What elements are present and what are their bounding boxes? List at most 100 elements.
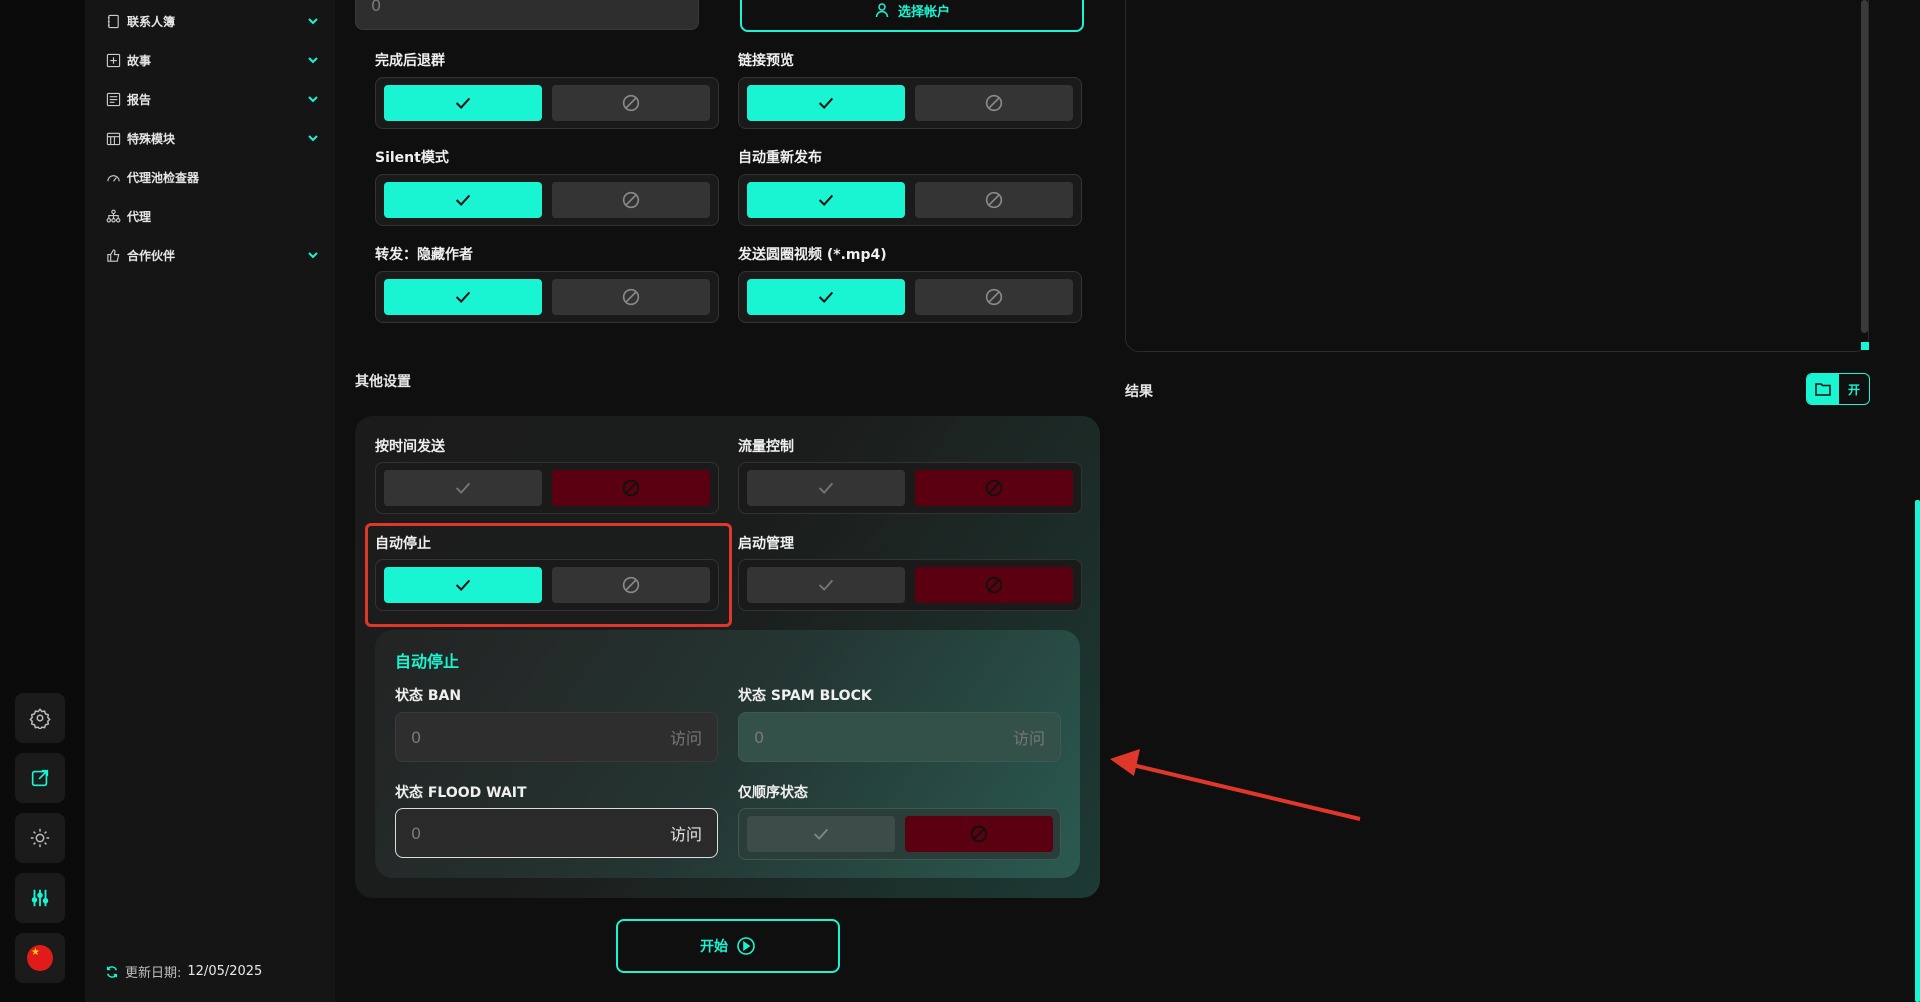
check-icon (455, 579, 471, 592)
toggle-on-button[interactable] (384, 182, 542, 218)
toggle-off-button[interactable] (905, 816, 1053, 852)
toggle-send-circle-video (738, 271, 1082, 323)
external-link-button[interactable] (15, 753, 65, 803)
toggle-off-button[interactable] (552, 279, 710, 315)
ban-icon (985, 191, 1003, 209)
ban-icon (622, 94, 640, 112)
flood-wait-input[interactable]: 0 访问 (395, 808, 718, 858)
toggle-on-button[interactable] (747, 567, 905, 603)
toggle-label-traffic-control: 流量控制 (738, 439, 794, 455)
ban-input[interactable]: 0 访问 (395, 712, 718, 762)
toggle-label-auto-repost: 自动重新发布 (738, 150, 822, 166)
nav-item-special-modules[interactable]: 特殊模块 (105, 126, 320, 150)
toggle-on-button[interactable] (384, 567, 542, 603)
ban-input-unit: 访问 (669, 729, 702, 748)
toggle-on-button[interactable] (747, 182, 905, 218)
resize-handle[interactable] (1861, 342, 1869, 350)
nav-item-label: 特殊模块 (127, 131, 176, 146)
check-icon (818, 579, 834, 591)
check-icon (818, 291, 834, 304)
textarea-scrollbar[interactable] (1861, 0, 1868, 333)
toggle-on-button[interactable] (384, 279, 542, 315)
message-textarea[interactable] (1125, 0, 1869, 352)
sliders-icon (31, 889, 49, 907)
theme-toggle-button[interactable] (15, 813, 65, 863)
nav-item-label: 联系人簿 (127, 14, 176, 29)
start-button[interactable]: 开始 (616, 919, 840, 973)
ban-input-value: 0 (411, 727, 422, 747)
open-folder-button[interactable] (1807, 374, 1839, 404)
nav-sidebar: 联系人簿 故事 报告 特殊模块 代理池检查器 代理 合作伙伴 更新日期: 12/… (85, 0, 335, 1002)
field-label-spam-block: 状态 SPAM BLOCK (738, 688, 872, 704)
thumbs-up-icon (105, 247, 121, 263)
nav-item-label: 合作伙伴 (127, 248, 176, 263)
open-result-button[interactable]: 开 (1839, 374, 1869, 404)
nav-item-reports[interactable]: 报告 (105, 87, 320, 111)
toggle-forward-hide-author (375, 271, 719, 323)
update-label: 更新日期: (125, 966, 182, 981)
chevron-down-icon (308, 135, 318, 142)
play-circle-icon (737, 937, 755, 955)
toggle-on-button[interactable] (384, 85, 542, 121)
check-icon (455, 291, 471, 304)
toggle-label-send-circle-video: 发送圆圈视频 (*.mp4) (738, 247, 887, 263)
field-label-ban: 状态 BAN (395, 688, 462, 704)
toggle-label-scheduled-send: 按时间发送 (375, 439, 445, 455)
spam-block-input[interactable]: 0 访问 (738, 712, 1061, 762)
toggle-label-auto-stop: 自动停止 (375, 536, 431, 552)
nav-item-label: 代理池检查器 (127, 170, 200, 185)
folder-icon (1815, 383, 1831, 396)
user-icon (875, 3, 889, 18)
settings-button[interactable] (15, 693, 65, 743)
check-icon (818, 194, 834, 207)
toggle-on-button[interactable] (384, 470, 542, 506)
sliders-button[interactable] (15, 873, 65, 923)
toggle-off-button[interactable] (915, 470, 1073, 506)
check-icon (818, 97, 834, 110)
select-account-button[interactable]: 选择帐户 (740, 0, 1084, 32)
toggle-label-order-only: 仅顺序状态 (738, 785, 808, 801)
language-button[interactable] (15, 933, 65, 983)
top-input-value: 0 (371, 0, 382, 15)
chevron-down-icon (308, 18, 318, 25)
toggle-off-button[interactable] (552, 567, 710, 603)
toggle-off-button[interactable] (552, 182, 710, 218)
nav-item-label: 报告 (127, 92, 152, 107)
nav-item-stories[interactable]: 故事 (105, 48, 320, 72)
toggle-label-silent-mode: Silent模式 (375, 150, 449, 166)
toggle-label-launch-management: 启动管理 (738, 536, 794, 552)
toggle-off-button[interactable] (915, 567, 1073, 603)
toggle-off-button[interactable] (915, 279, 1073, 315)
page-scrollbar[interactable] (1915, 500, 1920, 1002)
open-result-label: 开 (1847, 382, 1860, 397)
flood-wait-input-value: 0 (411, 823, 422, 843)
toggle-off-button[interactable] (915, 85, 1073, 121)
toggle-on-button[interactable] (747, 816, 895, 852)
toggle-off-button[interactable] (915, 182, 1073, 218)
ban-icon (622, 576, 640, 594)
ban-icon (622, 479, 640, 497)
toggle-on-button[interactable] (747, 279, 905, 315)
nav-item-contacts[interactable]: 联系人簿 (105, 9, 320, 33)
nav-item-partners[interactable]: 合作伙伴 (105, 243, 320, 267)
toggle-order-only (738, 808, 1061, 860)
network-icon (105, 208, 121, 224)
nav-item-proxy[interactable]: 代理 (105, 204, 320, 228)
toggle-leave-group (375, 77, 719, 129)
toggle-scheduled-send (375, 462, 719, 514)
toggle-auto-stop (375, 559, 719, 611)
toggle-on-button[interactable] (747, 470, 905, 506)
top-number-input[interactable]: 0 (355, 0, 699, 30)
other-settings-title: 其他设置 (355, 374, 411, 390)
toggle-on-button[interactable] (747, 85, 905, 121)
field-label-flood-wait: 状态 FLOOD WAIT (395, 785, 527, 801)
external-link-icon (31, 769, 49, 787)
gear-icon (29, 708, 51, 729)
toggle-off-button[interactable] (552, 85, 710, 121)
toggle-off-button[interactable] (552, 470, 710, 506)
result-label: 结果 (1125, 384, 1153, 400)
contacts-icon (105, 13, 121, 29)
toggle-auto-repost (738, 174, 1082, 226)
nav-item-proxy-checker[interactable]: 代理池检查器 (105, 165, 320, 189)
check-icon (818, 482, 834, 494)
